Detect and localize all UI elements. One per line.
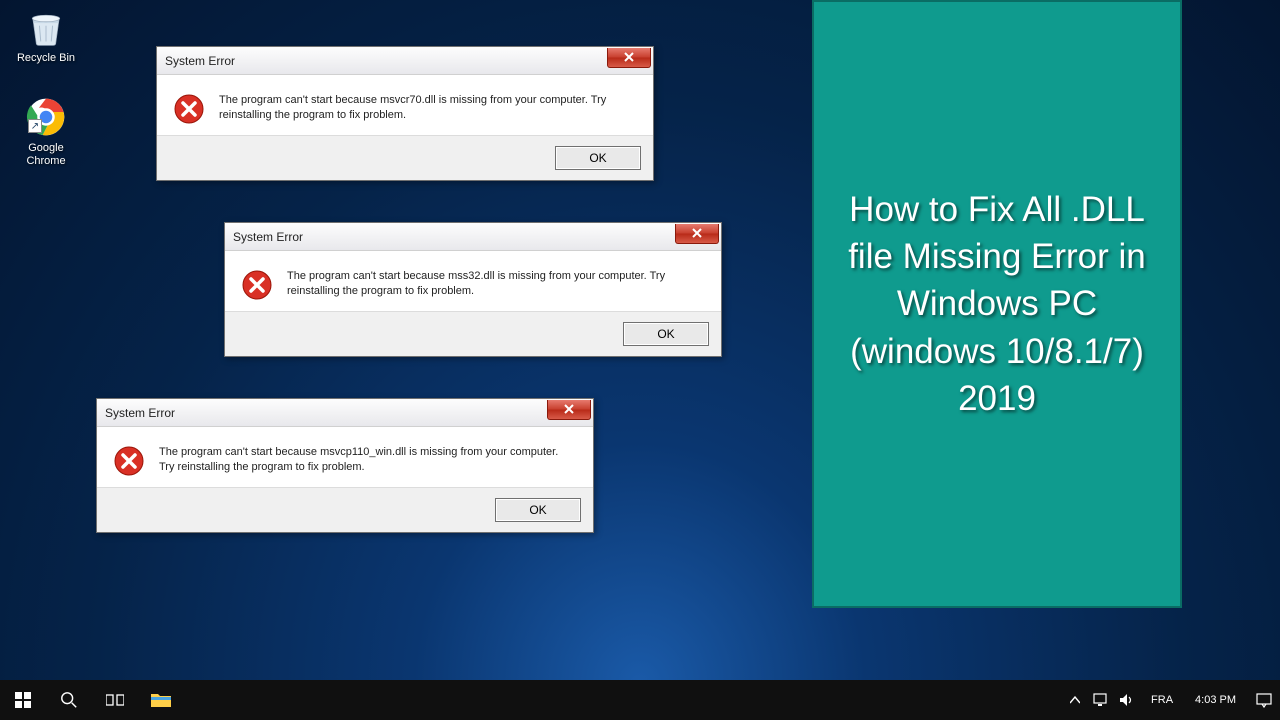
- taskbar: FRA 4:03 PM: [0, 680, 1280, 720]
- search-button[interactable]: [46, 680, 92, 720]
- close-icon: [692, 228, 702, 238]
- desktop-icon-recycle-bin[interactable]: Recycle Bin: [10, 6, 82, 65]
- tray-volume-icon[interactable]: [1119, 692, 1135, 708]
- dialog-footer: OK: [157, 135, 653, 180]
- notification-icon: [1256, 692, 1272, 708]
- info-panel: How to Fix All .DLL file Missing Error i…: [812, 0, 1182, 608]
- close-button[interactable]: [607, 48, 651, 68]
- error-icon: [241, 269, 273, 301]
- search-icon: [60, 691, 78, 709]
- tray-chevron-up-icon[interactable]: [1067, 692, 1083, 708]
- error-icon: [113, 445, 145, 477]
- recycle-bin-icon: [25, 6, 67, 48]
- desktop-icon-chrome[interactable]: ↗ Google Chrome: [10, 96, 82, 168]
- windows-icon: [15, 692, 31, 708]
- desktop-icon-label: Google Chrome: [10, 142, 82, 168]
- dialog-message: The program can't start because msvcp110…: [159, 445, 577, 477]
- close-icon: [564, 404, 574, 414]
- ok-button[interactable]: OK: [555, 146, 641, 170]
- dialog-titlebar[interactable]: System Error: [97, 399, 593, 427]
- taskbar-clock[interactable]: 4:03 PM: [1189, 694, 1242, 707]
- dialog-footer: OK: [97, 487, 593, 532]
- error-dialog[interactable]: System Error The program can't start bec…: [96, 398, 594, 533]
- close-button[interactable]: [675, 224, 719, 244]
- taskbar-time: 4:03 PM: [1195, 694, 1236, 707]
- taskbar-app-file-explorer[interactable]: [138, 680, 184, 720]
- dialog-body: The program can't start because msvcp110…: [97, 427, 593, 487]
- tray-network-icon[interactable]: [1093, 692, 1109, 708]
- close-button[interactable]: [547, 400, 591, 420]
- dialog-titlebar[interactable]: System Error: [157, 47, 653, 75]
- system-tray: FRA 4:03 PM: [1057, 680, 1280, 720]
- dialog-footer: OK: [225, 311, 721, 356]
- dialog-message: The program can't start because msvcr70.…: [219, 93, 637, 125]
- language-indicator[interactable]: FRA: [1145, 694, 1179, 706]
- error-icon: [173, 93, 205, 125]
- start-button[interactable]: [0, 680, 46, 720]
- dialog-body: The program can't start because msvcr70.…: [157, 75, 653, 135]
- dialog-body: The program can't start because mss32.dl…: [225, 251, 721, 311]
- error-dialog[interactable]: System Error The program can't start bec…: [156, 46, 654, 181]
- file-explorer-icon: [151, 692, 171, 708]
- dialog-title: System Error: [105, 406, 175, 420]
- chrome-icon: ↗: [25, 96, 67, 138]
- ok-button[interactable]: OK: [495, 498, 581, 522]
- info-panel-text: How to Fix All .DLL file Missing Error i…: [826, 186, 1168, 422]
- task-view-button[interactable]: [92, 680, 138, 720]
- dialog-message: The program can't start because mss32.dl…: [287, 269, 705, 301]
- ok-button[interactable]: OK: [623, 322, 709, 346]
- desktop-icon-label: Recycle Bin: [10, 52, 82, 65]
- dialog-title: System Error: [165, 54, 235, 68]
- task-view-icon: [106, 693, 124, 707]
- close-icon: [624, 52, 634, 62]
- dialog-titlebar[interactable]: System Error: [225, 223, 721, 251]
- action-center-button[interactable]: [1252, 692, 1270, 708]
- dialog-title: System Error: [233, 230, 303, 244]
- error-dialog[interactable]: System Error The program can't start bec…: [224, 222, 722, 357]
